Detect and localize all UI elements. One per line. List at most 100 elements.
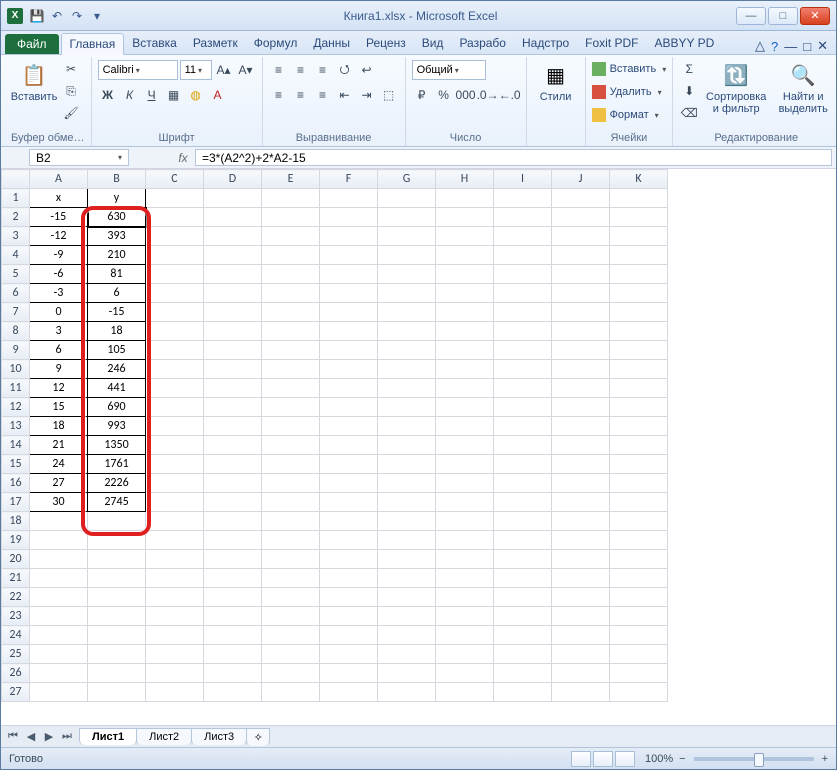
cell-E27[interactable] bbox=[262, 683, 320, 702]
cell-E24[interactable] bbox=[262, 626, 320, 645]
minimize-ribbon-icon[interactable]: △ bbox=[755, 38, 765, 54]
cell-D7[interactable] bbox=[204, 303, 262, 322]
cell-C22[interactable] bbox=[146, 588, 204, 607]
row-header-22[interactable]: 22 bbox=[2, 588, 30, 607]
cell-I9[interactable] bbox=[494, 341, 552, 360]
cell-J9[interactable] bbox=[552, 341, 610, 360]
font-name-select[interactable]: Calibri▾ bbox=[98, 60, 178, 80]
cell-B7[interactable]: -15 bbox=[88, 303, 146, 322]
cell-G27[interactable] bbox=[378, 683, 436, 702]
cell-G18[interactable] bbox=[378, 512, 436, 531]
cell-J26[interactable] bbox=[552, 664, 610, 683]
formula-bar[interactable]: =3*(A2^2)+2*A2-15 bbox=[195, 149, 832, 166]
cell-I3[interactable] bbox=[494, 227, 552, 246]
cell-G19[interactable] bbox=[378, 531, 436, 550]
cell-G23[interactable] bbox=[378, 607, 436, 626]
zoom-level[interactable]: 100% bbox=[645, 753, 673, 765]
cell-G17[interactable] bbox=[378, 493, 436, 512]
row-header-25[interactable]: 25 bbox=[2, 645, 30, 664]
cell-C13[interactable] bbox=[146, 417, 204, 436]
cell-D8[interactable] bbox=[204, 322, 262, 341]
ribbon-tab-5[interactable]: Реценз bbox=[358, 33, 414, 54]
cut-icon[interactable]: ✂ bbox=[61, 59, 81, 79]
wrap-text-icon[interactable]: ↩ bbox=[357, 60, 377, 80]
cell-F4[interactable] bbox=[320, 246, 378, 265]
cell-J14[interactable] bbox=[552, 436, 610, 455]
orientation-icon[interactable]: ⭯ bbox=[335, 60, 355, 80]
cell-G26[interactable] bbox=[378, 664, 436, 683]
cell-G11[interactable] bbox=[378, 379, 436, 398]
cell-J8[interactable] bbox=[552, 322, 610, 341]
cell-J5[interactable] bbox=[552, 265, 610, 284]
cell-J13[interactable] bbox=[552, 417, 610, 436]
cell-B20[interactable] bbox=[88, 550, 146, 569]
cell-E4[interactable] bbox=[262, 246, 320, 265]
cell-I6[interactable] bbox=[494, 284, 552, 303]
cell-A24[interactable] bbox=[30, 626, 88, 645]
cell-H12[interactable] bbox=[436, 398, 494, 417]
cell-K5[interactable] bbox=[610, 265, 668, 284]
cell-D18[interactable] bbox=[204, 512, 262, 531]
cell-C17[interactable] bbox=[146, 493, 204, 512]
cell-G9[interactable] bbox=[378, 341, 436, 360]
cell-C10[interactable] bbox=[146, 360, 204, 379]
cell-A27[interactable] bbox=[30, 683, 88, 702]
cell-A2[interactable]: -15 bbox=[30, 208, 88, 227]
cell-F8[interactable] bbox=[320, 322, 378, 341]
cell-H7[interactable] bbox=[436, 303, 494, 322]
cell-E6[interactable] bbox=[262, 284, 320, 303]
cell-K17[interactable] bbox=[610, 493, 668, 512]
cell-A13[interactable]: 18 bbox=[30, 417, 88, 436]
currency-icon[interactable]: ₽ bbox=[412, 85, 432, 105]
cell-H3[interactable] bbox=[436, 227, 494, 246]
cell-D22[interactable] bbox=[204, 588, 262, 607]
cell-I2[interactable] bbox=[494, 208, 552, 227]
cell-D23[interactable] bbox=[204, 607, 262, 626]
cell-C8[interactable] bbox=[146, 322, 204, 341]
cell-K2[interactable] bbox=[610, 208, 668, 227]
close-button[interactable]: ✕ bbox=[800, 7, 830, 25]
cell-I13[interactable] bbox=[494, 417, 552, 436]
cell-D9[interactable] bbox=[204, 341, 262, 360]
cell-I23[interactable] bbox=[494, 607, 552, 626]
ribbon-tab-4[interactable]: Данны bbox=[305, 33, 358, 54]
row-header-26[interactable]: 26 bbox=[2, 664, 30, 683]
cell-C3[interactable] bbox=[146, 227, 204, 246]
cell-I24[interactable] bbox=[494, 626, 552, 645]
cell-J27[interactable] bbox=[552, 683, 610, 702]
cell-J25[interactable] bbox=[552, 645, 610, 664]
cell-D1[interactable] bbox=[204, 189, 262, 208]
cell-D17[interactable] bbox=[204, 493, 262, 512]
cell-C23[interactable] bbox=[146, 607, 204, 626]
cell-B18[interactable] bbox=[88, 512, 146, 531]
font-size-select[interactable]: 11▾ bbox=[180, 60, 212, 80]
cell-G12[interactable] bbox=[378, 398, 436, 417]
bold-button[interactable]: Ж bbox=[98, 85, 118, 105]
col-header-C[interactable]: C bbox=[146, 170, 204, 189]
cell-J10[interactable] bbox=[552, 360, 610, 379]
cell-G1[interactable] bbox=[378, 189, 436, 208]
cell-K11[interactable] bbox=[610, 379, 668, 398]
cell-E13[interactable] bbox=[262, 417, 320, 436]
row-header-9[interactable]: 9 bbox=[2, 341, 30, 360]
cell-A14[interactable]: 21 bbox=[30, 436, 88, 455]
cell-E20[interactable] bbox=[262, 550, 320, 569]
cell-B23[interactable] bbox=[88, 607, 146, 626]
cell-B26[interactable] bbox=[88, 664, 146, 683]
cell-D25[interactable] bbox=[204, 645, 262, 664]
cell-J24[interactable] bbox=[552, 626, 610, 645]
cell-E12[interactable] bbox=[262, 398, 320, 417]
cell-H25[interactable] bbox=[436, 645, 494, 664]
undo-icon[interactable]: ↶ bbox=[49, 8, 65, 24]
cell-B21[interactable] bbox=[88, 569, 146, 588]
cell-J7[interactable] bbox=[552, 303, 610, 322]
cell-F24[interactable] bbox=[320, 626, 378, 645]
cell-F26[interactable] bbox=[320, 664, 378, 683]
cell-D5[interactable] bbox=[204, 265, 262, 284]
cell-G10[interactable] bbox=[378, 360, 436, 379]
cell-F20[interactable] bbox=[320, 550, 378, 569]
cell-K9[interactable] bbox=[610, 341, 668, 360]
cell-A25[interactable] bbox=[30, 645, 88, 664]
cell-K24[interactable] bbox=[610, 626, 668, 645]
file-tab[interactable]: Файл bbox=[5, 34, 59, 54]
